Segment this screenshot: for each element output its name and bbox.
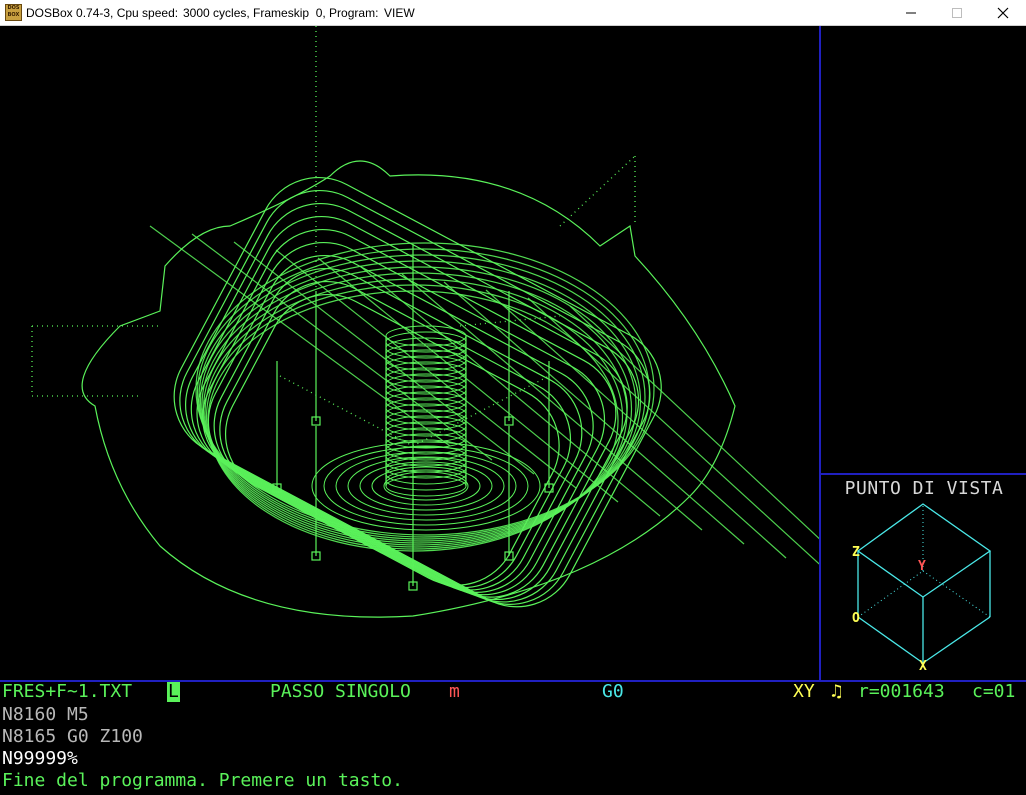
row-counter: r=001643 (858, 681, 945, 702)
gcode-indicator: G0 (602, 681, 624, 702)
viewpoint-cube[interactable]: Z Y O X (822, 496, 1026, 676)
window-title-cycles: 3000 cycles, Frameskip 0, Program: (183, 6, 379, 20)
panel-divider-vertical (819, 26, 821, 682)
col-counter: c=01 (972, 681, 1016, 702)
window-title-program: VIEW (384, 6, 415, 20)
window-titlebar[interactable]: DOS BOX DOSBox 0.74-3, Cpu speed: 3000 c… (0, 0, 1026, 26)
close-button[interactable] (980, 0, 1026, 26)
dos-screen[interactable]: PUNTO DI VISTA Z Y O X FRES+F~1.TXT L PA… (0, 26, 1026, 795)
maximize-icon (952, 8, 962, 18)
axis-y-label: Y (918, 559, 926, 574)
end-message: Fine del programma. Premere un tasto. (2, 770, 403, 791)
dosbox-app-icon[interactable]: DOS BOX (5, 4, 22, 21)
axis-z-label: Z (852, 545, 860, 560)
plane-indicator: XY (793, 681, 815, 702)
axis-o-label: O (852, 611, 860, 626)
maximize-button[interactable] (934, 0, 980, 26)
program-line-3: N99999% (2, 748, 78, 769)
mode-key-badge[interactable]: L (167, 682, 180, 702)
minimize-icon (906, 12, 916, 14)
step-flag: m (449, 681, 460, 702)
panel-divider-right (820, 473, 1026, 475)
filename-label: FRES+F~1.TXT (2, 681, 133, 702)
axis-x-label: X (919, 659, 927, 674)
toolpath-viewport (31, 26, 820, 618)
program-line-2: N8165 G0 Z100 (2, 726, 143, 747)
program-line-1: N8160 M5 (2, 704, 89, 725)
step-mode-label: PASSO SINGOLO (270, 681, 411, 702)
minimize-button[interactable] (888, 0, 934, 26)
tool-icon: ♫ (831, 681, 842, 702)
window-title-app: DOSBox 0.74-3, Cpu speed: (26, 6, 179, 20)
close-icon (997, 7, 1009, 19)
